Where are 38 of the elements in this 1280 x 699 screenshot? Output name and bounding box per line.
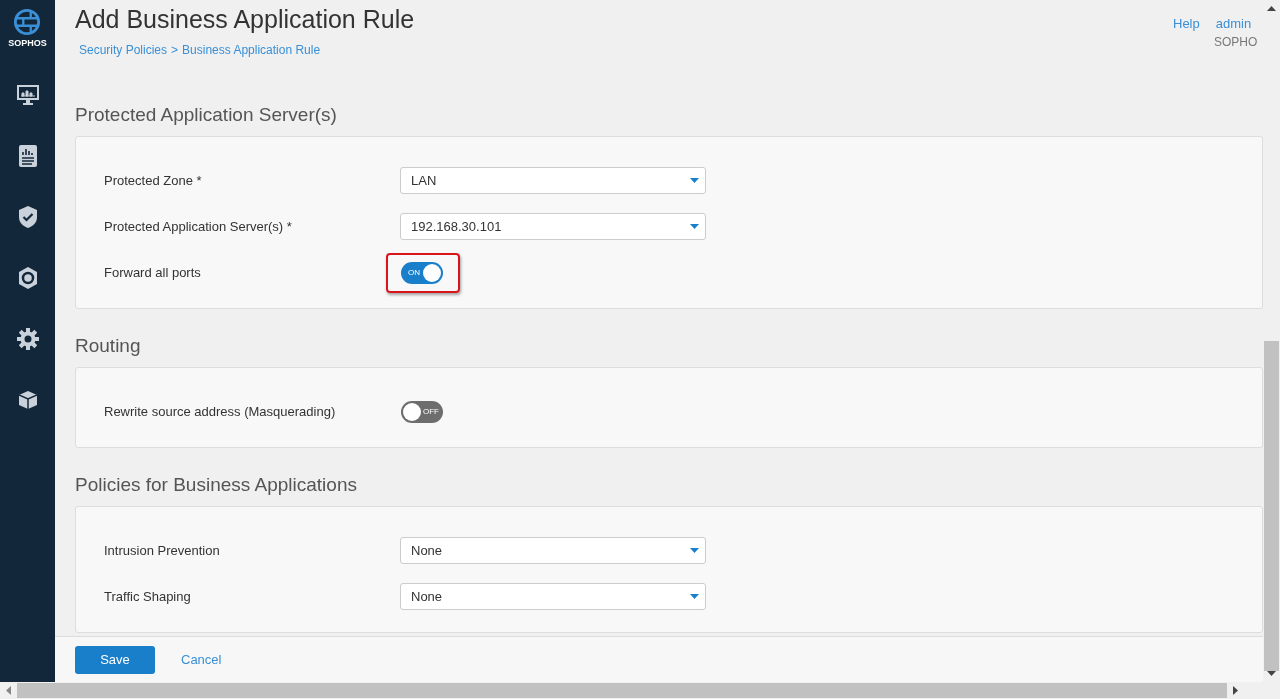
scroll-left-icon[interactable] [6,686,11,695]
save-button[interactable]: Save [75,645,155,674]
field-label: Traffic Shaping [104,589,192,604]
scroll-right-icon[interactable] [1233,686,1238,695]
report-icon[interactable] [18,144,37,167]
field-label: Intrusion Prevention [104,543,221,558]
toggle-switch[interactable]: OFF [401,400,443,423]
shield-check-icon[interactable] [18,205,37,228]
scroll-up-icon[interactable] [1267,6,1276,11]
user-link[interactable]: admin [1215,16,1252,31]
dropdown-field[interactable]: None [400,583,706,610]
section-title: Protected Application Server(s) [75,104,338,126]
help-link[interactable]: Help [1173,16,1200,31]
globe-logo-icon[interactable] [13,8,42,36]
dropdown-field[interactable]: LAN [400,167,706,194]
breadcrumb-link[interactable]: Security Policies [79,43,168,57]
caret-icon [690,178,699,183]
dropdown-field[interactable]: 192.168.30.101 [400,213,706,240]
monitor-chart-icon[interactable] [16,84,39,105]
section-title: Policies for Business Applications [75,474,358,496]
caret-icon [690,594,699,599]
cancel-link[interactable]: Cancel [181,652,222,667]
dropdown-field[interactable]: None [400,537,706,564]
caret-icon [690,548,699,553]
breadcrumb-separator: > [171,43,179,57]
field-label: Protected Zone * [104,173,203,188]
page-title: Add Business Application Rule [75,5,415,34]
shield-gear-icon[interactable] [16,266,39,289]
caret-icon [690,224,699,229]
logo-text: SOPHOS [8,38,47,48]
field-label: Forward all ports [104,265,202,280]
field-label: Protected Application Server(s) * [104,219,293,234]
breadcrumb-link[interactable]: Business Application Rule [182,43,321,57]
field-label: Rewrite source address (Masquerading) [104,404,337,419]
section-title: Routing [75,335,142,357]
cube-icon[interactable] [18,390,37,409]
toggle-switch[interactable]: ON [401,261,443,284]
appliance-name: SOPHO [1214,35,1258,49]
